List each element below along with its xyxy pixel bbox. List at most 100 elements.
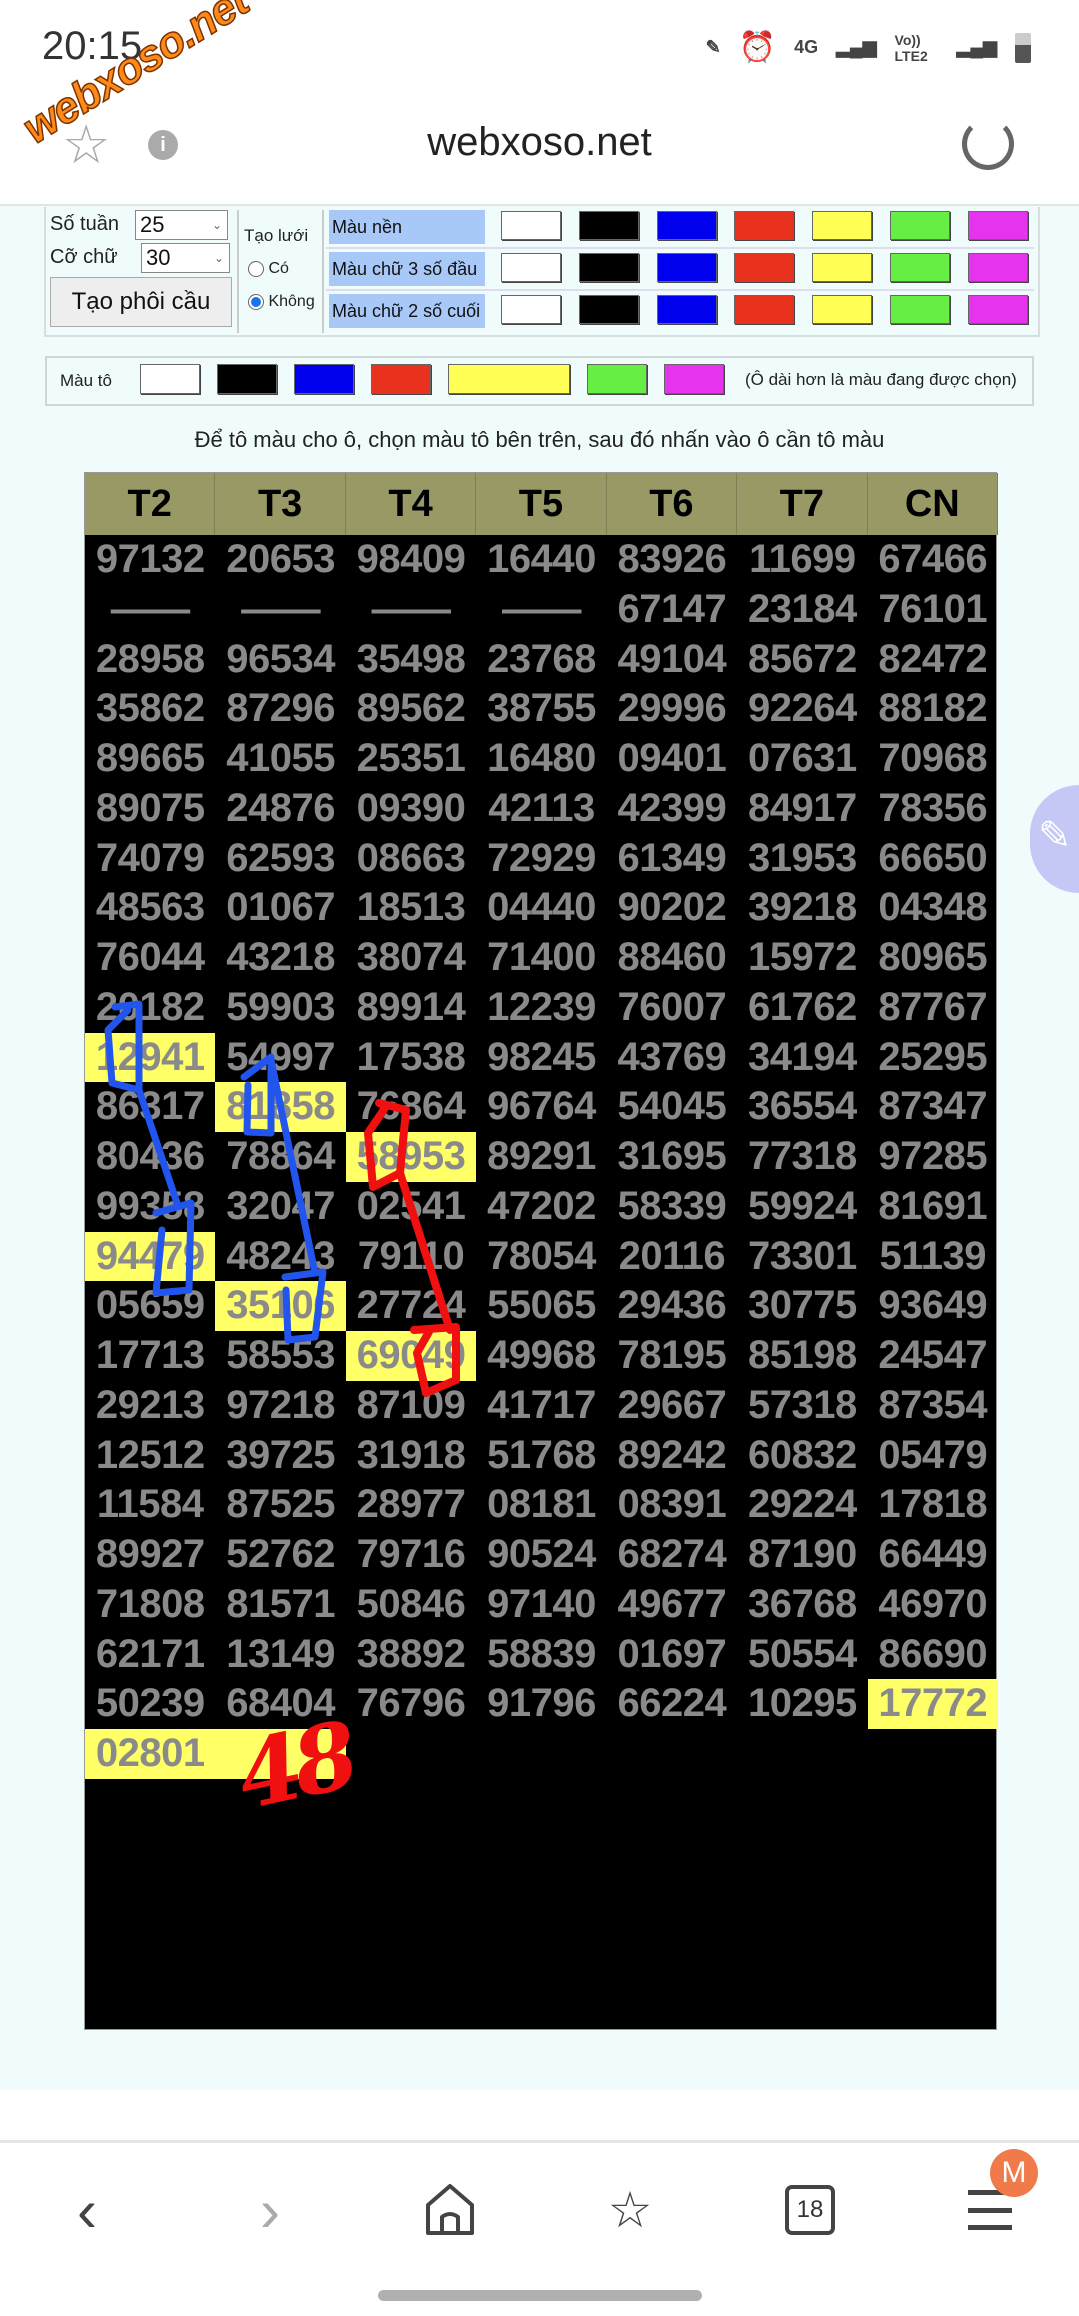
grid-cell[interactable]: 39725 (215, 1431, 345, 1481)
grid-cell[interactable]: 48243 (215, 1232, 345, 1282)
grid-cell[interactable]: 41055 (215, 734, 345, 784)
grid-cell[interactable]: —— (346, 585, 476, 635)
grid-cell[interactable]: 76007 (607, 983, 737, 1033)
grid-cell[interactable]: 25295 (868, 1033, 998, 1083)
grid-cell-highlighted[interactable]: 35106 (215, 1281, 346, 1331)
grid-cell[interactable]: 02541 (346, 1182, 476, 1232)
grid-cell[interactable]: 52762 (215, 1530, 345, 1580)
grid-cell[interactable]: 96764 (476, 1082, 606, 1132)
profile-badge[interactable]: M (990, 2149, 1038, 2197)
grid-option-yes[interactable]: Có (248, 260, 289, 278)
color-swatch[interactable] (812, 295, 873, 324)
paint-swatch[interactable] (664, 364, 724, 394)
grid-cell[interactable]: 09390 (346, 784, 476, 834)
grid-cell[interactable]: 85672 (737, 635, 867, 685)
paint-swatch[interactable] (587, 364, 647, 394)
color-swatch[interactable] (578, 253, 639, 282)
grid-cell[interactable]: 89242 (607, 1431, 737, 1481)
grid-cell[interactable]: 78054 (476, 1232, 606, 1282)
grid-cell[interactable]: 90524 (476, 1530, 606, 1580)
grid-cell[interactable]: 24876 (215, 784, 345, 834)
radio-no[interactable] (248, 293, 264, 310)
grid-cell[interactable]: 28977 (346, 1480, 476, 1530)
grid-cell[interactable]: 24547 (868, 1331, 998, 1381)
grid-cell[interactable]: 58839 (476, 1630, 606, 1680)
grid-cell[interactable]: 29996 (607, 684, 737, 734)
grid-cell[interactable]: 12512 (85, 1431, 215, 1481)
grid-cell[interactable]: 76864 (346, 1082, 476, 1132)
grid-cell[interactable]: 50554 (737, 1630, 867, 1680)
grid-cell[interactable]: 97132 (85, 535, 215, 585)
grid-cell[interactable]: 97285 (868, 1132, 998, 1182)
grid-cell[interactable]: 80965 (868, 933, 998, 983)
grid-cell[interactable]: 66650 (868, 834, 998, 884)
paint-swatch[interactable] (140, 364, 200, 394)
grid-cell[interactable]: 50239 (85, 1679, 215, 1729)
grid-cell[interactable]: 20182 (85, 983, 215, 1033)
grid-cell[interactable]: 46970 (868, 1580, 998, 1630)
grid-cell[interactable]: 04440 (476, 883, 606, 933)
grid-cell[interactable]: 87190 (737, 1530, 867, 1580)
grid-cell[interactable]: 55065 (476, 1281, 606, 1331)
grid-cell[interactable]: 89075 (85, 784, 215, 834)
grid-cell[interactable]: 92264 (737, 684, 867, 734)
grid-cell[interactable]: —— (85, 585, 215, 635)
grid-cell[interactable]: 89665 (85, 734, 215, 784)
grid-cell[interactable]: 35498 (346, 635, 476, 685)
grid-cell[interactable]: 23768 (476, 635, 606, 685)
grid-cell[interactable]: 07631 (737, 734, 867, 784)
grid-cell[interactable]: 90202 (607, 883, 737, 933)
grid-cell[interactable]: 31918 (346, 1431, 476, 1481)
home-indicator[interactable] (378, 2290, 702, 2301)
grid-cell[interactable]: 79716 (346, 1530, 476, 1580)
grid-cell[interactable]: 11584 (85, 1480, 215, 1530)
grid-cell[interactable]: 08181 (476, 1480, 606, 1530)
grid-cell[interactable]: 96534 (215, 635, 345, 685)
generate-button[interactable]: Tạo phôi cầu (50, 277, 232, 327)
grid-cell[interactable]: 66449 (868, 1530, 998, 1580)
grid-cell[interactable]: 74079 (85, 834, 215, 884)
grid-cell[interactable]: 48563 (85, 883, 215, 933)
grid-cell[interactable]: 73301 (737, 1232, 867, 1282)
grid-cell[interactable]: 51768 (476, 1431, 606, 1481)
color-swatch[interactable] (501, 211, 561, 240)
paint-swatch[interactable] (217, 364, 277, 394)
grid-cell[interactable]: 62593 (215, 834, 345, 884)
color-swatch[interactable] (890, 295, 950, 324)
color-swatch[interactable] (656, 295, 717, 324)
grid-cell[interactable]: 17818 (868, 1480, 998, 1530)
grid-cell[interactable]: 49968 (476, 1331, 606, 1381)
grid-cell[interactable]: 87109 (346, 1381, 476, 1431)
color-swatch[interactable] (734, 253, 795, 282)
grid-cell[interactable]: 93649 (868, 1281, 998, 1331)
grid-cell[interactable]: 54997 (215, 1033, 345, 1083)
grid-cell[interactable]: 57318 (737, 1381, 867, 1431)
grid-cell[interactable]: 39218 (737, 883, 867, 933)
grid-cell[interactable]: 76044 (85, 933, 215, 983)
grid-cell[interactable]: 81571 (215, 1580, 345, 1630)
grid-cell[interactable]: 77318 (737, 1132, 867, 1182)
grid-cell[interactable]: 78864 (215, 1132, 345, 1182)
grid-cell[interactable]: 29667 (607, 1381, 737, 1431)
color-swatch[interactable] (967, 295, 1028, 324)
grid-cell[interactable]: 01697 (607, 1630, 737, 1680)
grid-cell[interactable]: 86690 (868, 1630, 998, 1680)
grid-cell[interactable]: 68274 (607, 1530, 737, 1580)
back-button[interactable]: ‹ (52, 2175, 122, 2245)
grid-cell-highlighted[interactable]: 69049 (345, 1331, 477, 1381)
grid-cell[interactable]: 47202 (476, 1182, 606, 1232)
grid-cell[interactable]: 29224 (737, 1480, 867, 1530)
grid-cell[interactable]: 70968 (868, 734, 998, 784)
grid-cell-highlighted[interactable]: 81858 (215, 1082, 346, 1132)
grid-cell[interactable]: 23184 (737, 585, 867, 635)
grid-cell[interactable]: 25351 (346, 734, 476, 784)
grid-cell[interactable]: 79110 (346, 1232, 476, 1282)
grid-cell[interactable]: 49677 (607, 1580, 737, 1630)
grid-cell-highlighted[interactable]: 17772 (867, 1679, 998, 1729)
grid-cell[interactable]: 50846 (346, 1580, 476, 1630)
grid-cell[interactable]: 97218 (215, 1381, 345, 1431)
grid-cell[interactable]: 62171 (85, 1630, 215, 1680)
reload-icon[interactable] (962, 118, 1014, 170)
grid-cell[interactable]: 51139 (868, 1232, 998, 1282)
color-swatch[interactable] (812, 253, 873, 282)
